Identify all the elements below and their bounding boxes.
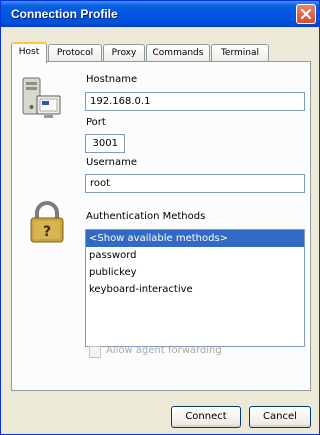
close-button[interactable] (296, 4, 316, 24)
tab-label: Terminal (220, 48, 260, 58)
port-label: Port (86, 117, 106, 128)
computer-icon (21, 74, 63, 125)
tab-commands[interactable]: Commands (146, 44, 210, 62)
hostname-field[interactable]: 192.168.0.1 (85, 92, 305, 111)
tab-label: Host (18, 47, 40, 57)
tab-proxy[interactable]: Proxy (103, 44, 145, 62)
list-item[interactable]: password (86, 247, 304, 264)
list-item[interactable]: <Show available methods> (86, 230, 304, 247)
connect-button[interactable]: Connect (171, 406, 241, 428)
agent-forwarding-checkbox[interactable] (89, 346, 101, 358)
port-field[interactable]: 3001 (85, 134, 125, 153)
padlock-icon: ? (27, 201, 67, 248)
tab-protocol[interactable]: Protocol (48, 44, 102, 62)
username-field[interactable]: root (85, 174, 305, 193)
auth-methods-list[interactable]: <Show available methods> password public… (85, 229, 305, 347)
tab-label: Proxy (111, 48, 137, 58)
tab-label: Protocol (56, 48, 94, 58)
tab-host[interactable]: Host (11, 42, 47, 63)
title-bar[interactable]: Connection Profile (1, 1, 319, 27)
auth-methods-label: Authentication Methods (86, 211, 206, 222)
list-item[interactable]: keyboard-interactive (86, 281, 304, 298)
hostname-label: Hostname (86, 74, 138, 85)
username-label: Username (86, 157, 137, 168)
connection-profile-window: Connection Profile Host Protocol Proxy C… (0, 0, 320, 435)
window-title: Connection Profile (11, 7, 118, 21)
close-icon (300, 8, 312, 20)
svg-text:?: ? (43, 224, 51, 240)
tab-terminal[interactable]: Terminal (211, 44, 269, 62)
list-item[interactable]: publickey (86, 264, 304, 281)
cancel-button[interactable]: Cancel (249, 406, 311, 428)
agent-forwarding-label: Allow agent forwarding (106, 345, 222, 356)
tab-label: Commands (152, 48, 204, 58)
